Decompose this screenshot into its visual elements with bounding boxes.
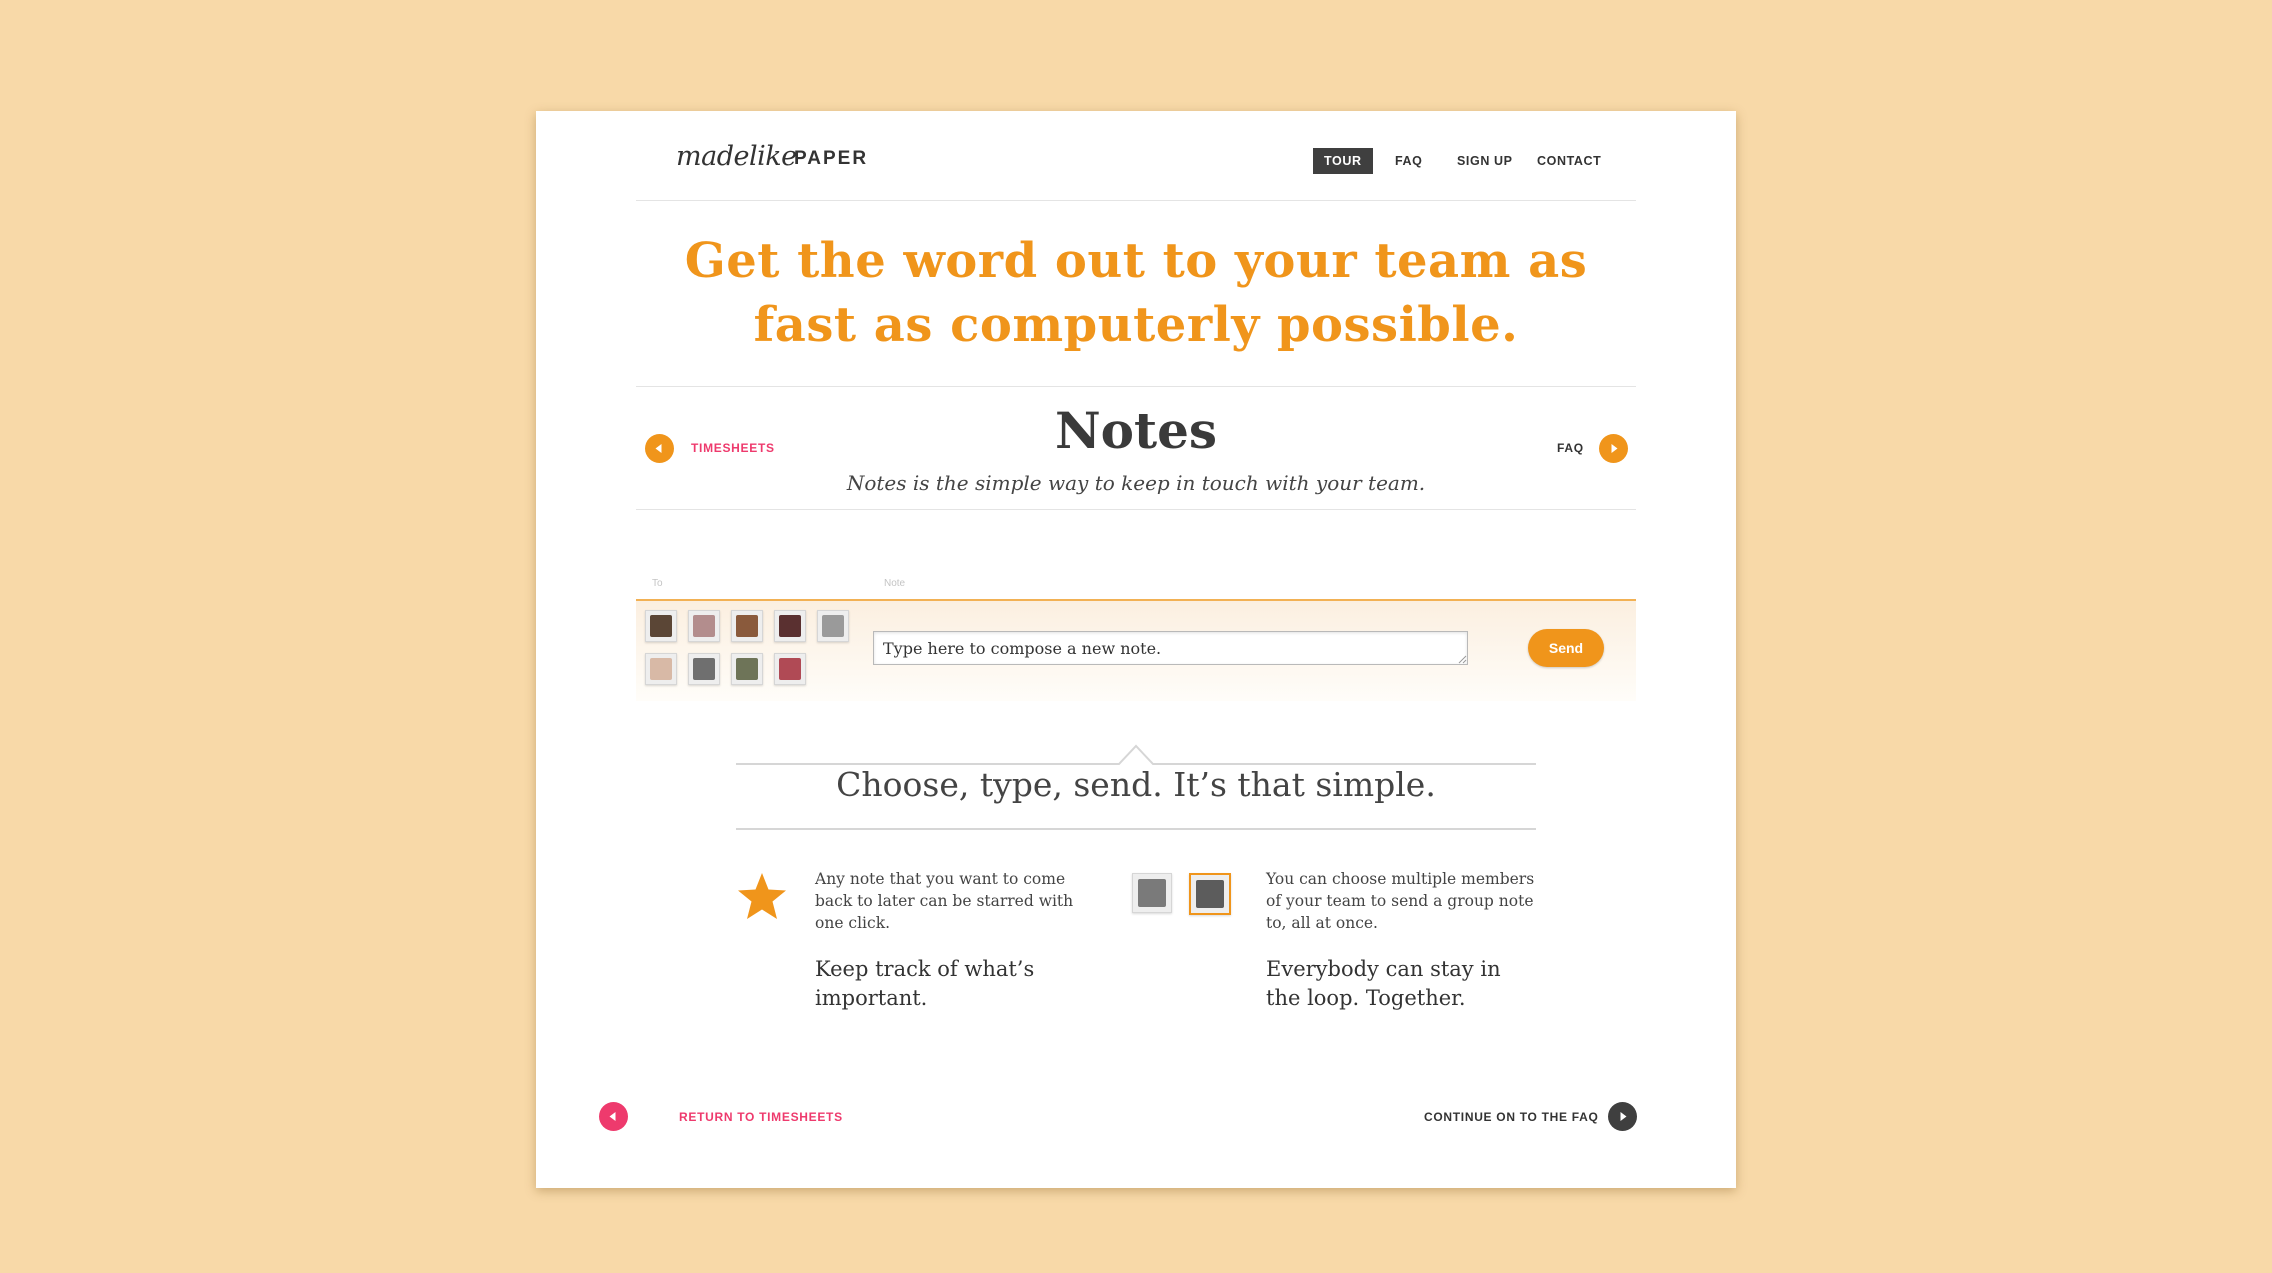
nav-sign-up[interactable]: SIGN UP: [1457, 148, 1513, 174]
team-member-avatar[interactable]: [817, 610, 849, 642]
team-member-avatar[interactable]: [645, 610, 677, 642]
to-label: To: [652, 578, 663, 589]
note-label: Note: [884, 578, 906, 589]
feature-group-heading: Everybody can stay in the loop. Together…: [1266, 957, 1501, 1010]
hero-divider: [636, 386, 1636, 387]
next-section-button[interactable]: [1599, 434, 1628, 463]
note-input[interactable]: Type here to compose a new note.: [873, 631, 1468, 665]
nav-tour[interactable]: TOUR: [1313, 148, 1373, 174]
resize-handle-icon[interactable]: [1458, 655, 1467, 664]
header-divider: [636, 200, 1636, 201]
arrow-left-icon: [609, 1112, 616, 1121]
selected-avatar-icon: [1189, 873, 1231, 915]
nav-faq[interactable]: FAQ: [1395, 148, 1423, 174]
tagline-bottom-rule: [736, 828, 1536, 830]
team-member-avatar[interactable]: [645, 653, 677, 685]
logo-word[interactable]: PAPER: [794, 148, 868, 170]
team-member-avatar[interactable]: [688, 653, 720, 685]
team-member-avatar[interactable]: [731, 610, 763, 642]
team-member-avatar[interactable]: [774, 653, 806, 685]
feature-star-heading: Keep track of what’s important.: [815, 957, 1035, 1010]
team-member-avatar[interactable]: [731, 653, 763, 685]
return-button[interactable]: [599, 1102, 628, 1131]
team-member-avatar[interactable]: [774, 610, 806, 642]
section-divider: [636, 509, 1636, 510]
hero-headline-line2: fast as computerly possible.: [753, 297, 1519, 353]
next-section-link[interactable]: FAQ: [1557, 441, 1584, 455]
logo-script[interactable]: madelike: [676, 141, 797, 172]
avatars-icon: [1132, 873, 1172, 913]
section-subtitle: Notes is the simple way to keep in touch…: [846, 471, 1426, 495]
hero-headline-line1: Get the word out to your team as: [684, 233, 1588, 289]
return-link[interactable]: RETURN TO TIMESHEETS: [679, 1110, 843, 1124]
continue-link[interactable]: CONTINUE ON TO THE FAQ: [1424, 1110, 1599, 1124]
page-card: madelike PAPER TOUR FAQ SIGN UP CONTACT …: [536, 111, 1736, 1188]
arrow-right-icon: [1620, 1112, 1627, 1121]
star-icon: [738, 873, 786, 919]
team-member-avatar[interactable]: [688, 610, 720, 642]
send-button[interactable]: Send: [1528, 629, 1604, 667]
note-composer: Type here to compose a new note. Send: [636, 599, 1636, 701]
hero-headline: Get the word out to your team as fast as…: [536, 229, 1736, 357]
feature-group-description: You can choose multiple members of your …: [1266, 870, 1535, 932]
section-title: Notes: [1054, 401, 1218, 460]
continue-button[interactable]: [1608, 1102, 1637, 1131]
arrow-right-icon: [1611, 444, 1618, 453]
nav-contact[interactable]: CONTACT: [1537, 148, 1601, 174]
feature-star-description: Any note that you want to come back to l…: [815, 870, 1074, 932]
tagline: Choose, type, send. It’s that simple.: [836, 765, 1436, 804]
